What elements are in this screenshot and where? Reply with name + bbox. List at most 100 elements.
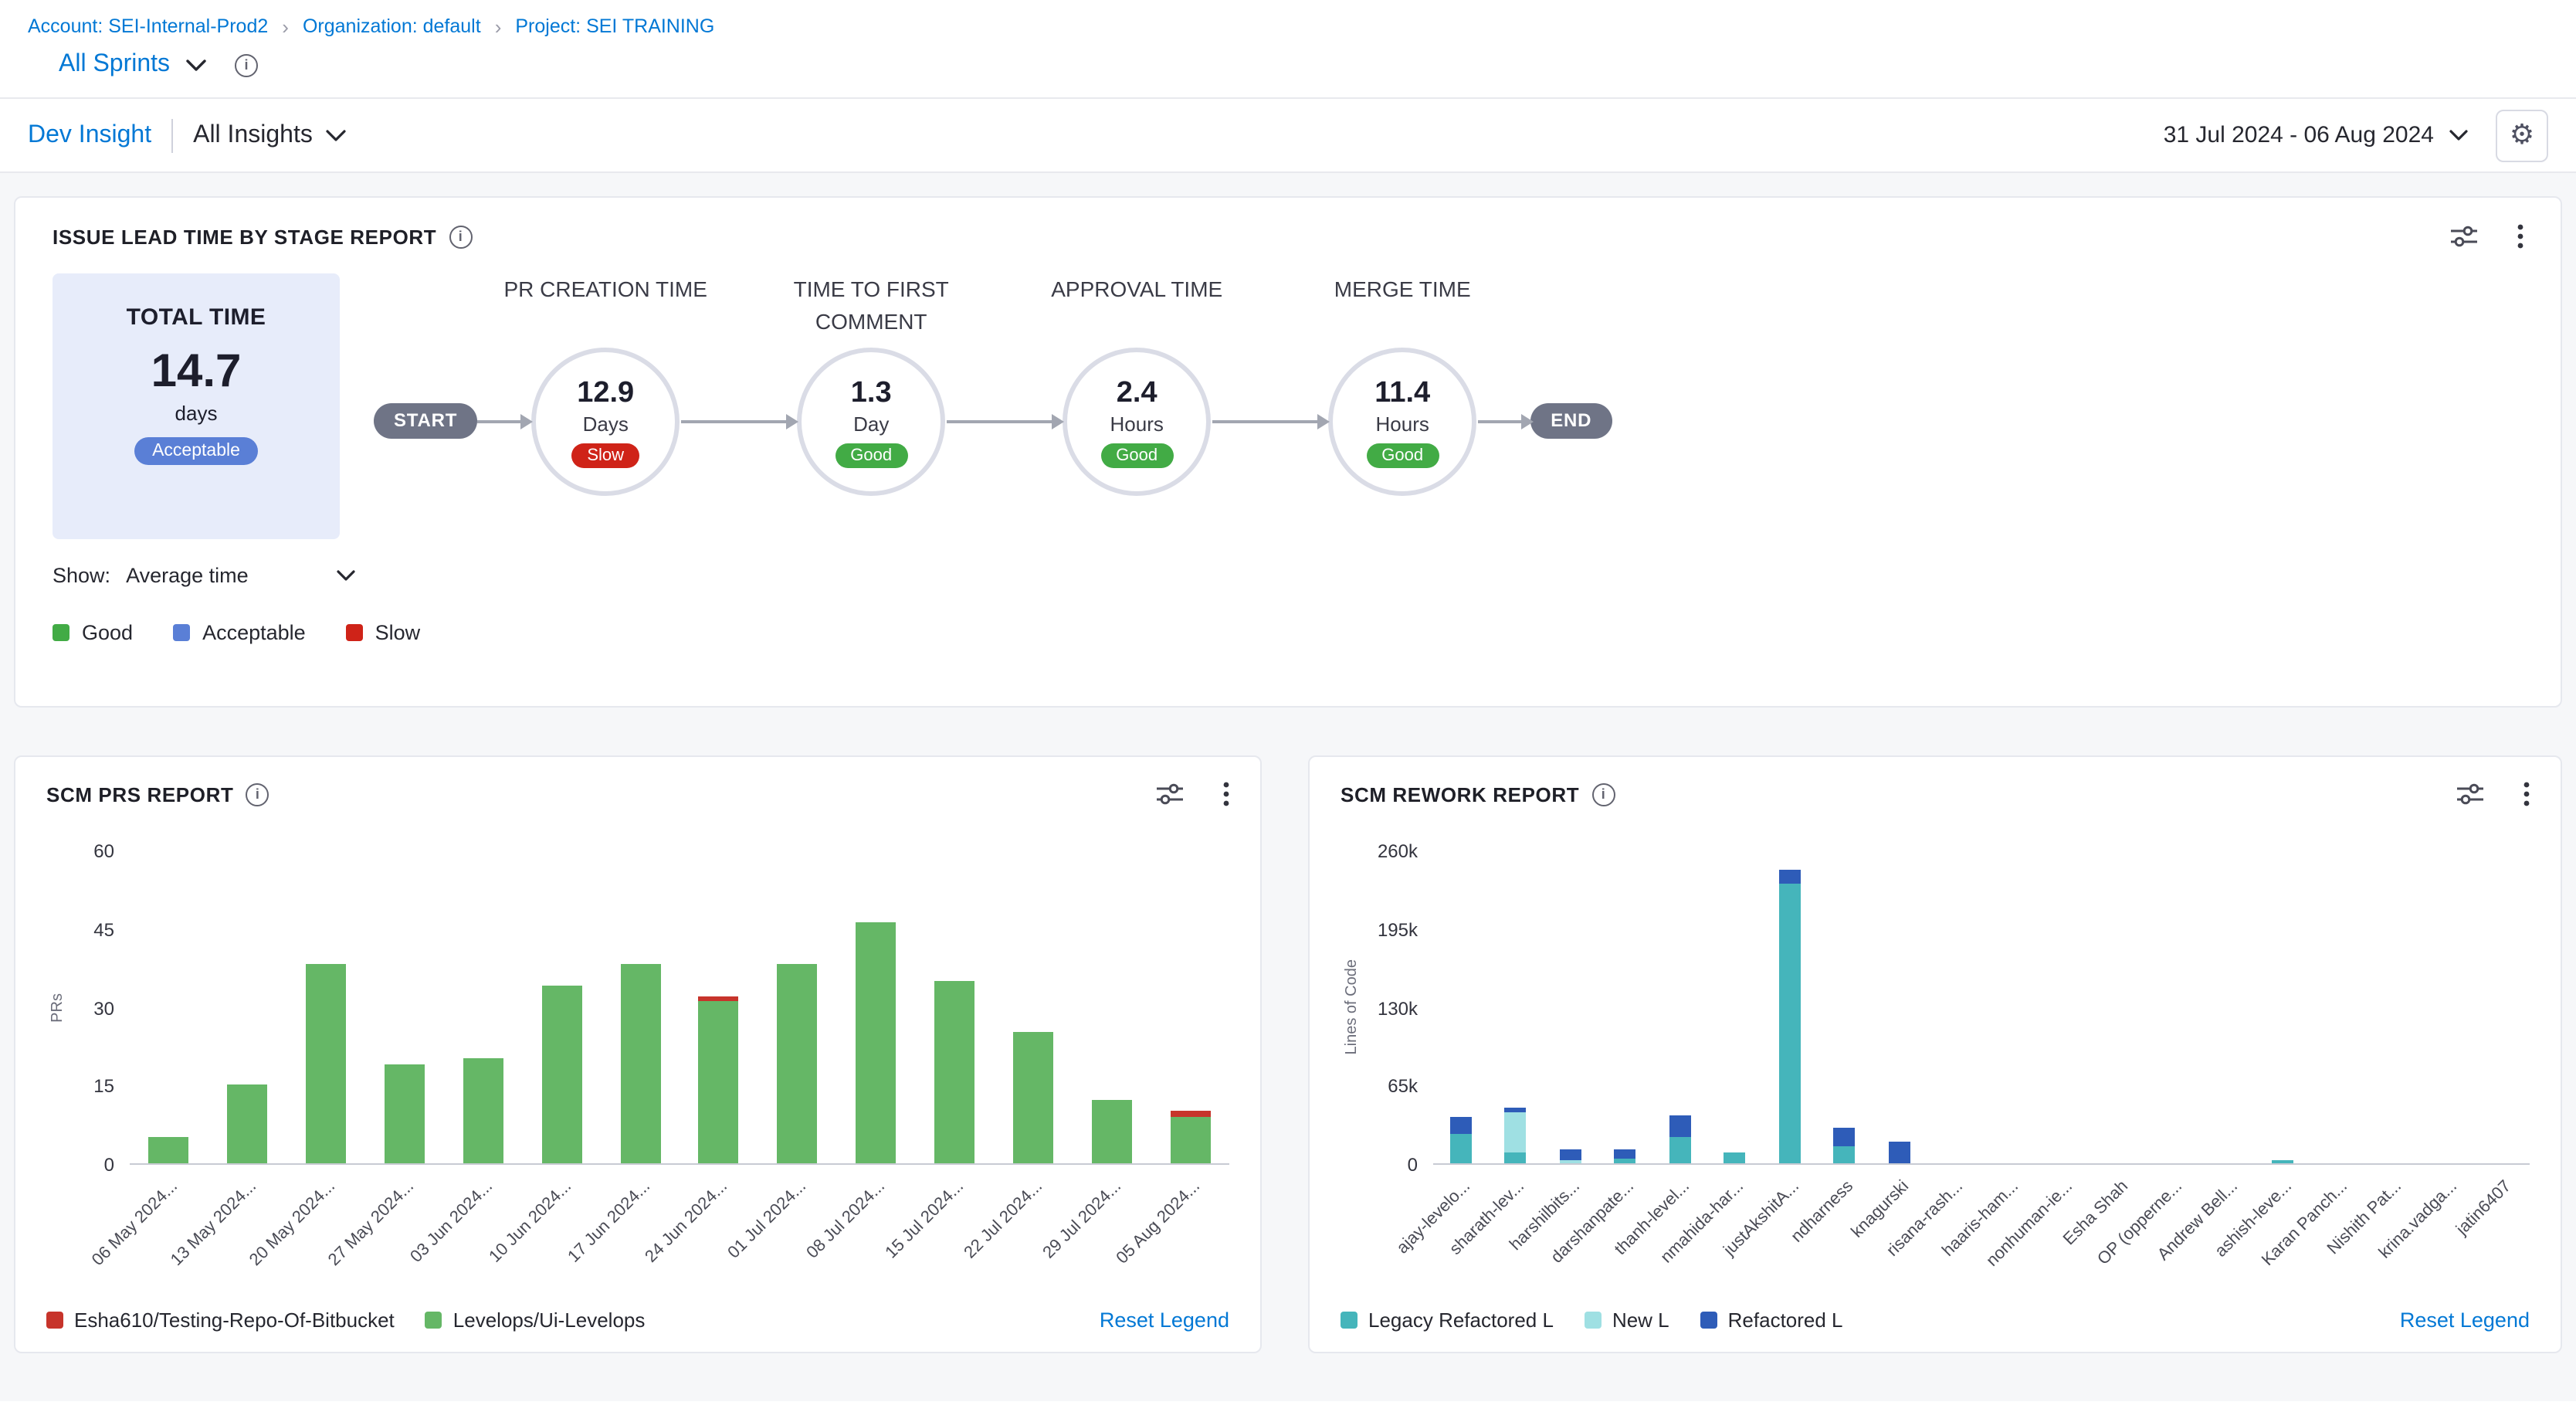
insight-name-link[interactable]: Dev Insight [28, 121, 151, 149]
legend-item-good: Good [53, 621, 133, 644]
insights-dropdown[interactable]: All Insights [193, 121, 347, 149]
y-tick-label: 195k [1347, 919, 1418, 941]
bar[interactable] [856, 923, 896, 1163]
bar-segment[interactable] [541, 986, 581, 1163]
bar-segment[interactable] [1091, 1101, 1131, 1163]
bar-segment[interactable] [1505, 1112, 1527, 1152]
panel-title: ISSUE LEAD TIME BY STAGE REPORT [53, 225, 436, 248]
bar-segment[interactable] [1889, 1142, 1910, 1163]
bar-segment[interactable] [778, 965, 818, 1163]
show-dropdown[interactable]: Show: Average time [53, 564, 355, 587]
bar-segment[interactable] [620, 965, 660, 1163]
kebab-menu-icon[interactable] [1223, 782, 1229, 806]
bar-segment[interactable] [385, 1064, 425, 1163]
bar[interactable] [1669, 1115, 1691, 1163]
bar[interactable] [306, 965, 346, 1163]
bar[interactable] [1013, 1033, 1053, 1163]
bar[interactable] [934, 980, 974, 1163]
breadcrumb-project-link[interactable]: Project: SEI TRAINING [515, 15, 714, 37]
bar[interactable] [228, 1085, 268, 1164]
bar-segment[interactable] [1450, 1118, 1472, 1135]
bar[interactable] [620, 965, 660, 1163]
bar-segment[interactable] [934, 980, 974, 1163]
bar-segment[interactable] [463, 1059, 503, 1163]
bar-segment[interactable] [1615, 1149, 1636, 1158]
kebab-menu-icon[interactable] [2523, 782, 2530, 806]
legend-item[interactable]: New L [1585, 1308, 1669, 1332]
bar[interactable] [1615, 1149, 1636, 1163]
bar[interactable] [385, 1064, 425, 1163]
bar-segment[interactable] [149, 1137, 189, 1163]
bar-segment[interactable] [306, 965, 346, 1163]
bar-segment[interactable] [856, 923, 896, 1163]
bar[interactable] [541, 986, 581, 1163]
bar-segment[interactable] [1669, 1137, 1691, 1163]
bar[interactable] [149, 1137, 189, 1163]
bar[interactable] [1560, 1149, 1581, 1163]
bar-segment[interactable] [699, 996, 739, 1002]
bar-segment[interactable] [1170, 1116, 1210, 1163]
bar-segment[interactable] [1669, 1115, 1691, 1137]
info-icon[interactable]: i [449, 225, 472, 248]
sprint-selector[interactable]: All Sprints [59, 51, 170, 79]
bar-segment[interactable] [1560, 1149, 1581, 1159]
total-time-unit: days [68, 402, 324, 425]
stage-rating-badge: Good [1366, 443, 1439, 467]
bar[interactable] [463, 1059, 503, 1163]
stage-circle[interactable]: 12.9 Days Slow [531, 348, 680, 496]
bar-segment[interactable] [1560, 1159, 1581, 1163]
stage-unit: Days [583, 412, 629, 435]
bar[interactable] [1091, 1101, 1131, 1163]
stage-label: TIME TO FIRST COMMENT [744, 273, 998, 348]
breadcrumb-account-link[interactable]: Account: SEI-Internal-Prod2 [28, 15, 268, 37]
bar-segment[interactable] [1779, 884, 1801, 1163]
reset-legend-link[interactable]: Reset Legend [1100, 1308, 1229, 1332]
legend-item[interactable]: Levelops/Ui-Levelops [425, 1308, 646, 1332]
legend-item[interactable]: Refactored L [1700, 1308, 1843, 1332]
bar[interactable] [1450, 1118, 1472, 1163]
bar[interactable] [778, 965, 818, 1163]
end-pill: END [1530, 403, 1612, 439]
bar-segment[interactable] [1170, 1111, 1210, 1116]
legend-item[interactable]: Legacy Refactored L [1341, 1308, 1554, 1332]
widget-filters-icon[interactable] [2451, 226, 2477, 247]
bar-chart: Lines of Code 065k130k195k260k ajay-leve… [1341, 850, 2530, 1279]
bar-segment[interactable] [1615, 1159, 1636, 1163]
bar[interactable] [1889, 1142, 1910, 1163]
bar[interactable] [1505, 1108, 1527, 1163]
reset-legend-link[interactable]: Reset Legend [2400, 1308, 2530, 1332]
settings-button[interactable]: ⚙ [2496, 109, 2548, 161]
bar[interactable] [699, 996, 739, 1164]
y-tick-label: 0 [53, 1154, 114, 1176]
date-range-selector[interactable]: 31 Jul 2024 - 06 Aug 2024 [2164, 122, 2434, 148]
bar-segment[interactable] [1779, 871, 1801, 884]
chevron-down-icon[interactable] [2449, 129, 2468, 141]
info-icon[interactable]: i [246, 782, 269, 806]
bar-segment[interactable] [228, 1085, 268, 1164]
stage-circle[interactable]: 11.4 Hours Good [1328, 348, 1476, 496]
widget-filters-icon[interactable] [1157, 783, 1183, 805]
bar[interactable] [1724, 1152, 1746, 1163]
stage-circle[interactable]: 2.4 Hours Good [1063, 348, 1211, 496]
bar-segment[interactable] [1724, 1152, 1746, 1163]
bar-segment[interactable] [1450, 1135, 1472, 1163]
bar-segment[interactable] [2273, 1159, 2294, 1163]
stage-time-to-first-comment: TIME TO FIRST COMMENT 1.3 Day Good [795, 273, 947, 539]
info-icon[interactable]: i [1591, 782, 1615, 806]
breadcrumb-organization-link[interactable]: Organization: default [303, 15, 481, 37]
bar-segment[interactable] [1834, 1127, 1856, 1146]
kebab-menu-icon[interactable] [2517, 224, 2523, 249]
bar-segment[interactable] [1013, 1033, 1053, 1163]
bar[interactable] [1779, 871, 1801, 1163]
bar[interactable] [1834, 1127, 1856, 1163]
bar[interactable] [1170, 1111, 1210, 1163]
bar[interactable] [2273, 1159, 2294, 1163]
stage-circle[interactable]: 1.3 Day Good [797, 348, 945, 496]
chevron-down-icon[interactable] [185, 58, 207, 72]
bar-segment[interactable] [1834, 1146, 1856, 1163]
legend-item[interactable]: Esha610/Testing-Repo-Of-Bitbucket [46, 1308, 395, 1332]
bar-segment[interactable] [1505, 1152, 1527, 1163]
bar-segment[interactable] [699, 1001, 739, 1163]
info-icon[interactable]: i [235, 53, 258, 76]
widget-filters-icon[interactable] [2457, 783, 2483, 805]
